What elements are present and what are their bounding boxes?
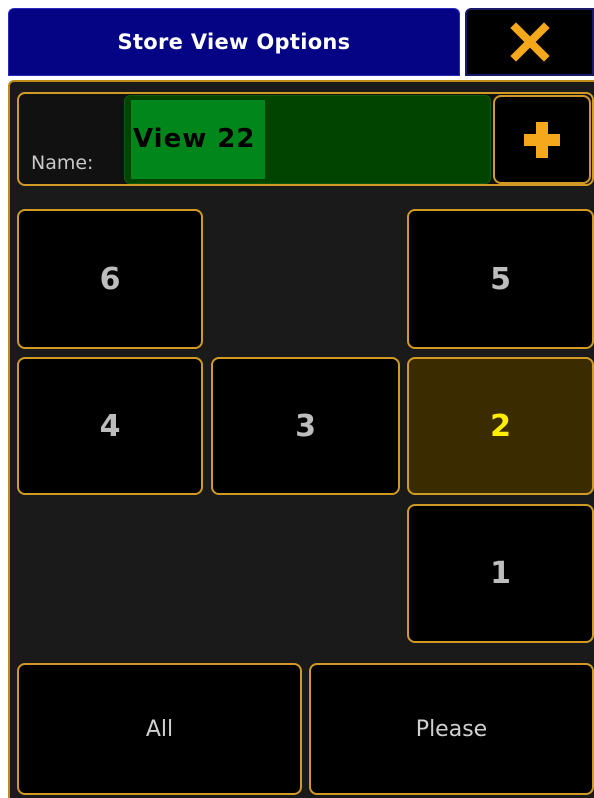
plus-icon xyxy=(524,121,560,158)
view-slot-4[interactable]: 4 xyxy=(17,357,203,495)
view-slot-3[interactable]: 3 xyxy=(211,357,400,495)
name-input-value: View 22 xyxy=(133,124,256,154)
dialog-title: Store View Options xyxy=(117,30,351,54)
view-slot-2[interactable]: 2 xyxy=(407,357,594,495)
view-slot-6[interactable]: 6 xyxy=(17,209,203,349)
close-icon xyxy=(509,22,550,62)
view-slot-1[interactable]: 1 xyxy=(407,504,594,643)
close-button[interactable] xyxy=(465,8,594,76)
add-button[interactable] xyxy=(493,95,591,184)
dialog-title-bar: Store View Options xyxy=(8,8,460,76)
view-slot-5[interactable]: 5 xyxy=(407,209,594,349)
name-label: Name: xyxy=(31,152,94,174)
all-button[interactable]: All xyxy=(17,663,302,795)
please-button[interactable]: Please xyxy=(309,663,594,795)
